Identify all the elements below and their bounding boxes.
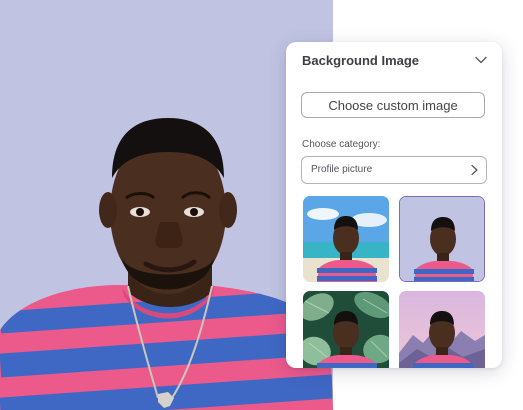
lavender-thumbnail-image	[400, 197, 484, 281]
background-image-panel: Background Image Choose custom image Cho…	[286, 42, 502, 368]
beach-thumbnail-image	[303, 196, 389, 282]
panel-header[interactable]: Background Image	[286, 42, 502, 82]
category-select-value: Profile picture	[311, 164, 373, 175]
category-select[interactable]: Profile picture	[301, 156, 487, 184]
profile-photo-preview	[0, 0, 333, 410]
category-label: Choose category:	[302, 139, 381, 150]
thumbnail-beach[interactable]	[303, 196, 389, 282]
thumbnail-leaves[interactable]	[303, 291, 389, 368]
mountains-thumbnail-image	[399, 291, 485, 368]
chevron-down-icon[interactable]	[474, 53, 488, 67]
leaves-thumbnail-image	[303, 291, 389, 368]
chevron-right-icon	[471, 164, 478, 176]
thumbnail-lavender[interactable]	[399, 196, 485, 282]
portrait-illustration	[0, 118, 333, 410]
panel-title: Background Image	[302, 53, 420, 68]
choose-custom-image-button[interactable]: Choose custom image	[301, 92, 485, 118]
thumbnail-mountains[interactable]	[399, 291, 485, 368]
